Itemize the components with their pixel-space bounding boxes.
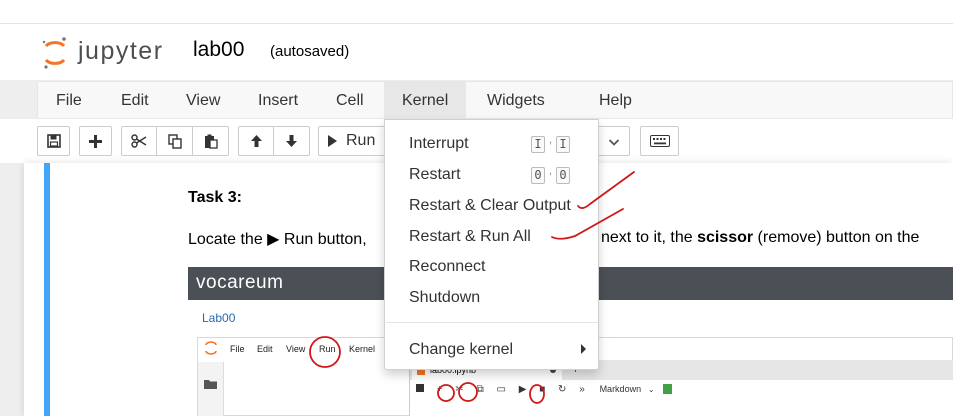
menubar: File Edit View Insert Cell Kernel Widget…	[37, 81, 953, 119]
inner-save-icon	[416, 384, 424, 392]
menu-item-interrupt[interactable]: Interrupt I , I	[385, 128, 598, 159]
move-up-button[interactable]	[238, 126, 274, 156]
scissors-icon	[131, 134, 147, 148]
menu-help[interactable]: Help	[581, 82, 650, 119]
instruction-mid: next to it, the	[601, 229, 698, 246]
inner-plus-icon: +	[436, 384, 443, 395]
menu-item-restart-run-all[interactable]: Restart & Run All	[385, 221, 598, 252]
instruction-bold: scissor	[697, 229, 754, 246]
keyboard-icon	[649, 135, 670, 147]
copy-icon	[167, 133, 182, 149]
logo-text: jupyter	[78, 37, 164, 65]
copy-button[interactable]	[157, 126, 193, 156]
interrupt-label: Interrupt	[409, 135, 469, 152]
inner-refresh-icon: ↻	[558, 384, 567, 395]
instruction-tail: (remove) button on the	[753, 229, 920, 246]
run-label: Run	[346, 132, 376, 149]
inner-fastforward-icon: »	[579, 384, 585, 395]
inner-sheet-icon	[663, 384, 673, 395]
menu-item-restart[interactable]: Restart 0 , 0	[385, 159, 598, 190]
save-icon	[46, 134, 61, 148]
instruction-text-start: Locate the ▶ Run button,	[188, 231, 367, 248]
inner-menu-file: File	[230, 344, 245, 354]
vocareum-brand: vocareum	[196, 272, 284, 293]
jupyter-logo[interactable]: jupyter	[40, 36, 180, 70]
inner-copy-icon: ⧉	[476, 384, 484, 395]
insert-cell-button[interactable]	[79, 126, 112, 156]
inner-play-icon: ▶	[518, 384, 527, 395]
selected-cell-indicator	[44, 163, 50, 416]
run-button[interactable]: Run	[318, 126, 393, 156]
instruction-text-end: next to it, the scissor (remove) button …	[601, 229, 919, 247]
kernel-dropdown-menu: Interrupt I , I Restart 0 , 0 Restart & …	[384, 119, 599, 370]
menu-file[interactable]: File	[38, 82, 100, 119]
arrow-up-icon	[250, 134, 263, 148]
menu-edit[interactable]: Edit	[103, 82, 167, 119]
menu-widgets[interactable]: Widgets	[469, 82, 563, 119]
plus-icon	[89, 134, 102, 148]
browser-strip	[0, 0, 953, 24]
arrow-down-icon	[285, 134, 298, 148]
menu-insert[interactable]: Insert	[240, 82, 316, 119]
inner-stop-icon: ■	[539, 384, 546, 395]
menu-divider	[386, 322, 598, 323]
task-heading: Task 3:	[188, 189, 242, 206]
paste-icon	[204, 134, 218, 149]
notebook-name[interactable]: lab00	[193, 38, 244, 62]
shortcut-comma: ,	[549, 165, 553, 177]
inner-menu-kernel: Kernel	[349, 344, 376, 354]
menu-item-shutdown[interactable]: Shutdown	[385, 282, 598, 313]
inner-paste-icon: ▭	[496, 384, 506, 395]
inner-menu-view: View	[286, 344, 306, 354]
shortcut-key: 0	[531, 167, 545, 184]
inner-logo-icon	[204, 341, 218, 360]
menu-item-restart-clear-output[interactable]: Restart & Clear Output	[385, 190, 598, 221]
command-palette-button[interactable]	[640, 126, 679, 156]
shortcut-comma: ,	[549, 134, 553, 146]
submenu-caret-icon	[581, 344, 586, 354]
inner-scissors-icon: ✂	[455, 384, 464, 395]
paste-button[interactable]	[193, 126, 229, 156]
menu-kernel[interactable]: Kernel	[384, 82, 467, 119]
lab00-link: Lab00	[202, 311, 236, 325]
inner-sidebar	[198, 362, 224, 416]
notebook-header: jupyter lab00 (autosaved)	[0, 24, 953, 80]
inner-chevron-icon: ⌄	[647, 385, 655, 394]
folder-icon	[204, 376, 217, 394]
cell-type-select[interactable]	[597, 126, 630, 156]
menu-item-change-kernel[interactable]: Change kernel	[385, 334, 598, 365]
inner-menu-edit: Edit	[257, 344, 273, 354]
inner-menu-run: Run	[319, 344, 336, 354]
play-icon	[327, 135, 338, 147]
save-button[interactable]	[37, 126, 70, 156]
shortcut-key: 0	[556, 167, 570, 184]
cut-button[interactable]	[121, 126, 157, 156]
inner-toolbar: + ✂ ⧉ ▭ ▶ ■ ↻ » Markdown ⌄	[416, 384, 673, 395]
menu-item-reconnect[interactable]: Reconnect	[385, 251, 598, 282]
inner-celltype: Markdown	[599, 384, 642, 394]
shortcut-key: I	[556, 136, 570, 153]
menu-cell[interactable]: Cell	[318, 82, 382, 119]
chevron-down-icon	[608, 135, 620, 153]
autosave-status: (autosaved)	[270, 43, 350, 60]
move-down-button[interactable]	[274, 126, 310, 156]
menu-view[interactable]: View	[168, 82, 238, 119]
restart-label: Restart	[409, 166, 461, 183]
shortcut-key: I	[531, 136, 545, 153]
